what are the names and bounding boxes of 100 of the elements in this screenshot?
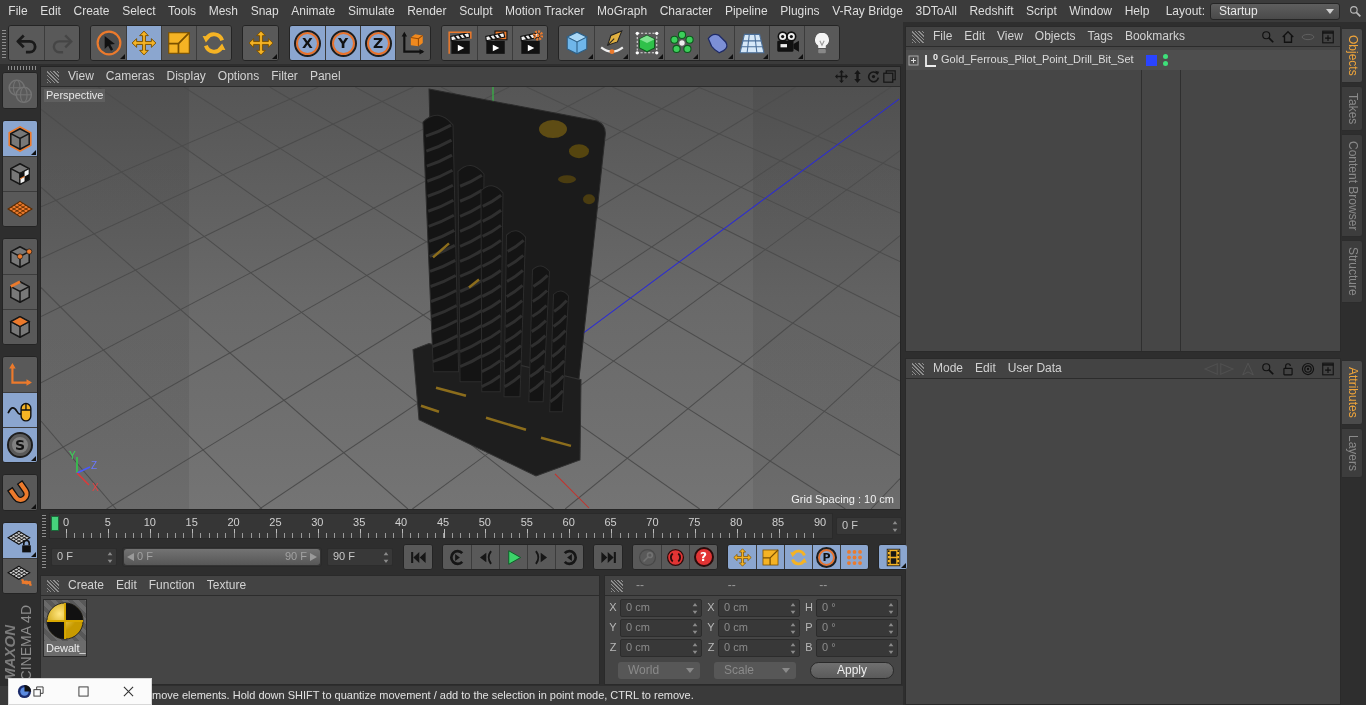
timeline-ruler[interactable]: 0 5 10 15 20 25 30 35 40 45 50 55 60 65 70 75 80 85 90 — [49, 513, 833, 539]
recent-tool-button[interactable] — [243, 26, 278, 60]
polygons-button[interactable] — [3, 309, 37, 344]
side-tab[interactable]: Objects — [1342, 28, 1363, 83]
menu-item[interactable]: Display — [160, 69, 212, 84]
goto-end-button[interactable] — [594, 545, 622, 569]
grip-icon[interactable] — [2, 28, 6, 58]
menu-item[interactable]: Help — [1118, 3, 1156, 19]
menu-item[interactable]: Sculpt — [452, 3, 499, 19]
key-position-button[interactable] — [728, 545, 756, 569]
menu-item[interactable]: Texture — [200, 578, 253, 593]
coordinate-field[interactable]: 0 cm — [620, 619, 702, 637]
coordinate-field[interactable]: 0 cm — [718, 599, 800, 617]
live-select-button[interactable] — [91, 26, 126, 60]
prev-frame-button[interactable] — [471, 545, 499, 569]
restore-icon[interactable] — [33, 686, 44, 697]
workplane-rotate-button[interactable] — [3, 558, 37, 593]
menu-item[interactable]: Script — [1019, 3, 1064, 19]
apply-button[interactable]: Apply — [810, 662, 894, 679]
menu-item[interactable]: Tools — [161, 3, 203, 19]
model-button[interactable] — [3, 121, 37, 156]
axis-lock-button[interactable]: X — [290, 26, 325, 60]
coordinate-field[interactable]: 0 ° — [816, 599, 898, 617]
menu-item[interactable]: File — [927, 29, 959, 44]
prev-key-button[interactable] — [443, 545, 471, 569]
grip-icon[interactable] — [42, 515, 46, 537]
play-button[interactable] — [499, 545, 527, 569]
menu-item[interactable]: Function — [142, 578, 201, 593]
points-button[interactable] — [3, 239, 37, 274]
move-button[interactable] — [126, 26, 161, 60]
playhead[interactable] — [51, 516, 59, 531]
menu-item[interactable]: Cameras — [99, 69, 161, 84]
snap-button[interactable] — [3, 475, 37, 510]
timeline-window-button[interactable] — [879, 545, 907, 569]
next-frame-button[interactable] — [527, 545, 555, 569]
goto-start-button[interactable] — [404, 545, 432, 569]
close-icon[interactable] — [123, 686, 134, 697]
menu-item[interactable]: Animate — [284, 3, 342, 19]
render-visibility-dot-icon[interactable] — [1163, 61, 1168, 66]
next-key-button[interactable] — [555, 545, 583, 569]
grip-icon[interactable] — [912, 362, 924, 375]
search-icon[interactable] — [1349, 4, 1362, 18]
render-picture-button[interactable] — [477, 26, 512, 60]
menu-item[interactable]: View — [991, 29, 1029, 44]
menu-item[interactable]: Character — [653, 3, 719, 19]
coordinate-field[interactable]: 0 ° — [816, 619, 898, 637]
workplane-button[interactable] — [3, 191, 37, 226]
menu-item[interactable]: View — [62, 69, 100, 84]
coordinate-field[interactable]: 0 cm — [718, 639, 800, 657]
grip-icon[interactable] — [912, 30, 924, 43]
texture-button[interactable] — [3, 156, 37, 191]
keyframe-selection-button[interactable]: ? — [689, 545, 717, 569]
grip-icon[interactable] — [47, 70, 59, 83]
key-rotation-button[interactable] — [784, 545, 812, 569]
expand-icon[interactable] — [908, 54, 919, 66]
menu-item[interactable]: Options — [211, 69, 266, 84]
menu-item[interactable]: User Data — [1001, 361, 1068, 376]
coordinate-field[interactable]: 0 cm — [620, 599, 702, 617]
grip-icon[interactable] — [8, 66, 36, 70]
menu-item[interactable]: Create — [62, 578, 111, 593]
menu-item[interactable]: Bookmarks — [1118, 29, 1191, 44]
menu-item[interactable]: Edit — [958, 29, 992, 44]
coordinate-field[interactable]: 0 cm — [718, 619, 800, 637]
grip-icon[interactable] — [42, 546, 46, 568]
menu-item[interactable]: V-Ray Bridge — [825, 3, 910, 19]
grip-icon[interactable] — [47, 579, 59, 592]
axis-lock-button[interactable]: Y — [325, 26, 360, 60]
render-view-button[interactable] — [442, 26, 477, 60]
menu-item[interactable]: Edit — [969, 361, 1002, 376]
workplane-lock-button[interactable] — [3, 523, 37, 558]
editor-visibility-dot-icon[interactable] — [1163, 54, 1168, 59]
key-pla-button[interactable] — [840, 545, 868, 569]
material-item[interactable]: Dewalt_ — [43, 599, 87, 658]
tweak-button[interactable] — [3, 392, 37, 427]
edges-button[interactable] — [3, 274, 37, 309]
solo-button[interactable]: S — [3, 427, 37, 462]
axis-lock-button[interactable]: Z — [360, 26, 395, 60]
autokey-button[interactable] — [661, 545, 689, 569]
menu-item[interactable]: Snap — [244, 3, 285, 19]
end-frame-field[interactable]: 90 F — [327, 548, 393, 566]
maximize-icon[interactable] — [78, 686, 89, 697]
layout-dropdown[interactable]: Startup — [1210, 2, 1340, 20]
menu-item[interactable]: Mode — [927, 361, 970, 376]
coordinate-system-button[interactable] — [395, 26, 430, 60]
menu-item[interactable]: Filter — [265, 69, 304, 84]
menu-item[interactable]: Mesh — [202, 3, 245, 19]
render-settings-button[interactable] — [512, 26, 547, 60]
menu-item[interactable]: 3DToAll — [909, 3, 964, 19]
light-button[interactable] — [804, 26, 839, 60]
pen-button[interactable] — [594, 26, 629, 60]
menu-item[interactable]: Redshift — [963, 3, 1020, 19]
menu-item[interactable]: Select — [115, 3, 162, 19]
coordinate-field[interactable]: 0 ° — [816, 639, 898, 657]
key-parameter-button[interactable]: P — [812, 545, 840, 569]
floor-button[interactable] — [734, 26, 769, 60]
grip-icon[interactable] — [611, 579, 623, 592]
menu-item[interactable]: Plugins — [773, 3, 826, 19]
scale-button[interactable] — [161, 26, 196, 60]
rotate-button[interactable] — [196, 26, 231, 60]
menu-item[interactable]: Pipeline — [718, 3, 774, 19]
